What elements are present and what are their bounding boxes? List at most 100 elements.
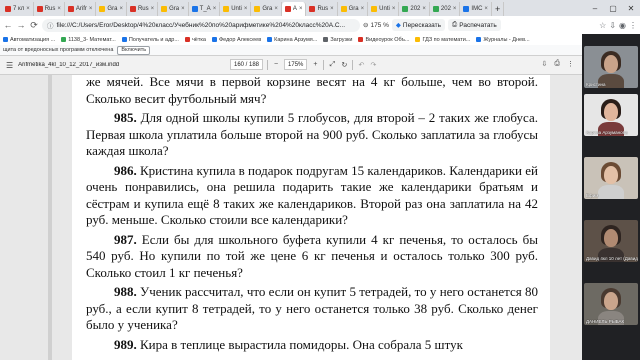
page-number-field[interactable]: 160 / 188: [230, 59, 264, 70]
page-shadow: [48, 75, 52, 360]
bookmark-icon: [476, 37, 482, 42]
bookmark-item[interactable]: Федор Алексеев: [211, 37, 261, 43]
bookmark-label: Загрузки: [330, 36, 353, 43]
participant-face: [604, 103, 618, 121]
bookmark-item[interactable]: Карина Арзумя...: [267, 37, 317, 43]
participant-tile[interactable]: Кристина: [584, 46, 638, 88]
browser-tab[interactable]: Gra ×: [158, 2, 189, 16]
video-call-panel: Кристина Карина Арзуманова Ефим Давид 4кл 1…: [582, 34, 640, 360]
redo-icon[interactable]: ↷: [369, 61, 377, 69]
participant-tile[interactable]: Давид 4кл 10 лет (Давид...: [584, 220, 638, 262]
bookmark-item[interactable]: Журналы - Днев...: [476, 36, 530, 43]
reload-icon[interactable]: ⟳: [29, 20, 39, 31]
browser-tab[interactable]: Unti ×: [368, 2, 400, 16]
tab-close-icon[interactable]: ×: [151, 6, 155, 12]
pdf-page-controls: 160 / 188 − 175% + ⤢ ↻ ↶ ↷: [230, 59, 377, 70]
browser-tab[interactable]: 202 ×: [399, 2, 430, 16]
tab-label: Unti: [231, 6, 242, 12]
tab-close-icon[interactable]: ×: [392, 6, 396, 12]
bookmark-item[interactable]: Получатель и адр...: [121, 37, 179, 43]
minimize-icon[interactable]: –: [586, 4, 604, 13]
bookmark-item[interactable]: Видеоурок Объ...: [358, 37, 409, 43]
url-field[interactable]: ⓘ file:///C:/Users/Eror/Desktop/4%20клас…: [42, 18, 360, 32]
more-options-icon[interactable]: ⋮: [567, 60, 574, 68]
zoom-out-button[interactable]: −: [272, 61, 280, 68]
print-icon: ⎙: [452, 21, 458, 28]
download-icon[interactable]: ⇩: [609, 21, 616, 30]
tab-favicon-icon: [402, 6, 409, 12]
print-pdf-icon[interactable]: ⎙: [554, 60, 560, 68]
tab-label: 202: [440, 6, 451, 12]
pdf-viewport[interactable]: же мячей. Все мячи в первой корзине веся…: [0, 75, 582, 360]
participant-tile[interactable]: Карина Арзуманова: [584, 94, 638, 136]
tab-close-icon[interactable]: ×: [361, 6, 365, 12]
bookmark-item[interactable]: 1138_3- Математ...: [61, 37, 116, 43]
tab-close-icon[interactable]: ×: [484, 6, 488, 12]
tab-close-icon[interactable]: ×: [119, 6, 123, 12]
tab-close-icon[interactable]: ×: [213, 6, 217, 12]
close-icon[interactable]: ✕: [622, 4, 640, 13]
browser-tab[interactable]: Rus ×: [306, 2, 338, 16]
menu-icon[interactable]: ⋮: [629, 21, 637, 30]
participant-tile[interactable]: Ефим: [584, 157, 638, 199]
browser-tab[interactable]: Rus ×: [34, 2, 65, 16]
problem-paragraph: 989. Кира в теплице вырастила помидоры. …: [86, 337, 538, 354]
browser-tab[interactable]: Gra ×: [96, 2, 127, 16]
tab-close-icon[interactable]: ×: [330, 6, 334, 12]
tab-close-icon[interactable]: ×: [26, 6, 30, 12]
tab-strip: 7 кл × Rus × Arifr × Gra × Rus × Gra × T_A × Unti × Gra ×…: [0, 0, 640, 16]
translate-icon: ◆: [395, 22, 401, 29]
enable-button[interactable]: Включить: [117, 45, 151, 55]
bookmark-label: Журналы - Днев...: [483, 36, 530, 43]
browser-tab[interactable]: A ×: [281, 2, 307, 16]
bookmark-item[interactable]: ГДЗ по математи...: [415, 37, 470, 43]
zoom-field[interactable]: 175%: [284, 59, 308, 70]
browser-tab[interactable]: T_A ×: [189, 2, 221, 16]
tab-close-icon[interactable]: ×: [422, 6, 426, 12]
print-button[interactable]: ⎙ Распечатать: [448, 19, 501, 31]
browser-tab[interactable]: 7 кл ×: [2, 2, 34, 16]
hamburger-menu-icon[interactable]: ☰: [6, 61, 13, 70]
tab-favicon-icon: [129, 6, 136, 12]
new-tab-button[interactable]: +: [492, 2, 505, 16]
browser-tab[interactable]: IMC ×: [460, 2, 492, 16]
tab-close-icon[interactable]: ×: [274, 6, 278, 12]
bookmark-icon: [323, 37, 329, 42]
undo-icon[interactable]: ↶: [357, 61, 365, 69]
bookmark-item[interactable]: Автоматизация ...: [3, 37, 55, 43]
browser-tab[interactable]: Arifr ×: [65, 2, 97, 16]
maximize-icon[interactable]: ▢: [604, 4, 622, 13]
participant-tile[interactable]: ДАНИЕЛЬ РЫБАК: [584, 283, 638, 325]
tab-close-icon[interactable]: ×: [453, 6, 457, 12]
divider: [323, 59, 325, 70]
browser-tab[interactable]: Gra ×: [338, 2, 369, 16]
tab-close-icon[interactable]: ×: [57, 6, 61, 12]
problem-text: же мячей. Все мячи в первой корзине веся…: [86, 75, 538, 106]
back-icon[interactable]: ←: [3, 20, 13, 30]
forward-icon[interactable]: →: [16, 20, 26, 30]
browser-tab[interactable]: Unti ×: [220, 2, 252, 16]
bookmark-icon: [415, 37, 421, 42]
tab-close-icon[interactable]: ×: [244, 6, 248, 12]
zoom-indicator[interactable]: ⊖ 175 %: [363, 21, 389, 30]
tab-close-icon[interactable]: ×: [89, 6, 93, 12]
browser-tab[interactable]: 202 ×: [430, 2, 461, 16]
tab-label: Gra: [169, 6, 180, 12]
zoom-in-button[interactable]: +: [311, 61, 319, 68]
tab-favicon-icon: [309, 6, 316, 12]
browser-tab[interactable]: Gra ×: [251, 2, 282, 16]
bookmark-label: Автоматизация ...: [10, 36, 56, 43]
tab-close-icon[interactable]: ×: [299, 6, 303, 12]
rotate-icon[interactable]: ↻: [340, 61, 348, 69]
fit-page-icon[interactable]: ⤢: [328, 61, 336, 69]
translate-button[interactable]: ◆ Пересказать: [391, 19, 446, 31]
tab-close-icon[interactable]: ×: [181, 6, 185, 12]
tab-favicon-icon: [161, 6, 168, 12]
bookmark-item[interactable]: Загрузки: [323, 37, 352, 43]
tab-label: Unti: [379, 6, 390, 12]
download-pdf-icon[interactable]: ⇩: [542, 60, 548, 68]
bookmark-item[interactable]: чётка: [184, 37, 206, 43]
bookmark-star-icon[interactable]: ☆: [599, 21, 606, 30]
browser-tab[interactable]: Rus ×: [127, 2, 159, 16]
profile-icon[interactable]: ◉: [619, 21, 626, 30]
